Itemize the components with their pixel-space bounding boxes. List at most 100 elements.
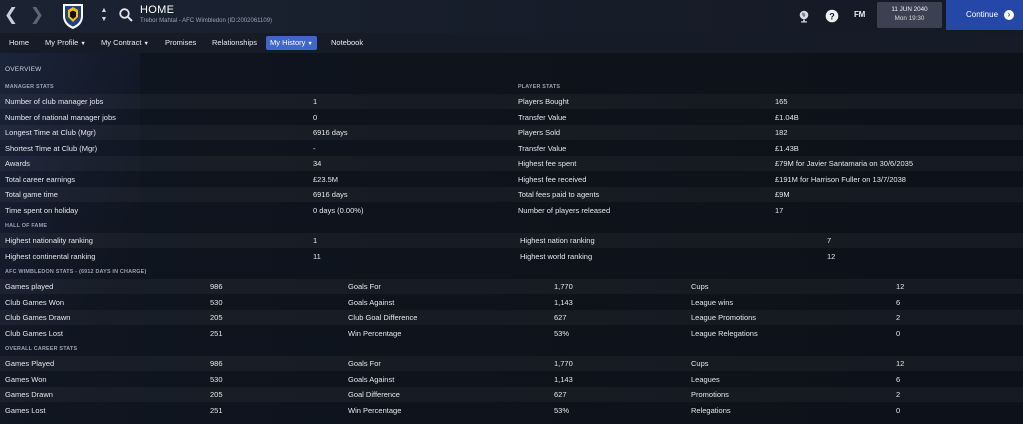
forward-arrow-icon[interactable]: ❯	[28, 5, 46, 25]
menu-bar: Home My Profile ▼ My Contract ▼ Promises R…	[0, 33, 1023, 53]
manager-stat-value: 0 days (0.00%)	[313, 205, 364, 215]
club-crest-icon[interactable]	[60, 2, 86, 30]
stat-value: 2	[896, 313, 901, 322]
manager-stat-label: Total game time	[5, 190, 58, 199]
stat-label: Club Games Drawn	[5, 313, 71, 322]
manager-stat-label: Time spent on holiday	[5, 205, 79, 215]
svg-text:?: ?	[829, 11, 835, 21]
continue-label: Continue	[966, 10, 999, 19]
manager-stat-label: Shortest Time at Club (Mgr)	[5, 143, 98, 153]
stat-value: 530	[210, 374, 223, 384]
stat-value: 627	[554, 390, 567, 399]
player-stats-heading: PLAYER STATS	[518, 84, 561, 90]
hof-value: 1	[313, 236, 318, 245]
menu-my-profile[interactable]: My Profile ▼	[41, 36, 90, 50]
stat-label: Relegations	[691, 405, 731, 415]
stat-label: Goals Against	[348, 374, 395, 384]
player-stat-value: £191M for Harrison Fuller on 13/7/2038	[775, 174, 906, 184]
search-icon[interactable]	[118, 7, 134, 23]
fm-logo[interactable]: FM	[854, 10, 865, 19]
stat-label: League Promotions	[691, 313, 757, 322]
overview-title: OVERVIEW	[5, 66, 42, 73]
stat-value: 986	[210, 359, 223, 368]
manager-stat-value: -	[313, 143, 316, 153]
stat-label: Win Percentage	[348, 405, 402, 415]
menu-promises[interactable]: Promises	[161, 36, 200, 50]
manager-subtitle: Trebor Mahtal - AFC Wimbledon (ID:200206…	[140, 18, 273, 24]
stat-value: 251	[210, 328, 223, 338]
stat-label: Goals For	[348, 359, 381, 368]
menu-my-contract[interactable]: My Contract ▼	[97, 36, 153, 50]
current-date: 11 JUN 2040	[891, 6, 928, 13]
switch-updown-icon[interactable]: ▲ ▼	[99, 6, 109, 26]
menu-my-history[interactable]: My History ▼	[266, 36, 317, 50]
continue-button[interactable]: Continue ›	[946, 0, 1023, 30]
top-bar: ❮ ❯ ▲ ▼ HOME Trebor Mahtal - AFC Wimbledo…	[0, 0, 1023, 33]
stat-value: 6	[896, 297, 901, 307]
stat-value: 627	[554, 313, 567, 322]
stat-label: Leagues	[691, 374, 720, 384]
player-stat-label: Highest fee spent	[518, 159, 577, 168]
help-icon[interactable]: ?	[825, 9, 839, 23]
stat-label: Club Goal Difference	[348, 313, 418, 322]
menu-notebook[interactable]: Notebook	[327, 36, 367, 50]
table-row: Games played 986 Goals For 1,770 Cups 12	[0, 279, 1023, 294]
stat-value: 12	[896, 282, 905, 291]
stat-value: 53%	[554, 405, 570, 415]
table-row: Club Games Won 530 Goals Against 1,143 Leagu…	[0, 295, 1023, 310]
stat-value: 0	[896, 328, 901, 338]
hof-label: Highest nationality ranking	[5, 236, 93, 245]
stat-value: 6	[896, 374, 901, 384]
back-arrow-icon[interactable]: ❮	[2, 5, 20, 25]
manager-stat-label: Awards	[5, 159, 30, 168]
manager-stats-heading: MANAGER STATS	[5, 84, 54, 90]
player-stat-value: £1.43B	[775, 143, 799, 153]
stat-label: Goals For	[348, 282, 381, 291]
manager-stat-label: Total career earnings	[5, 174, 76, 184]
table-row: Total career earnings £23.5M Highest fee r…	[0, 172, 1023, 187]
player-stat-label: Players Bought	[518, 97, 569, 106]
table-row: Longest Time at Club (Mgr) 6916 days Playe…	[0, 125, 1023, 140]
stat-label: League wins	[691, 297, 734, 307]
player-stat-label: Transfer Value	[518, 143, 567, 153]
player-stat-value: £1.04B	[775, 112, 799, 122]
stat-value: 1,143	[554, 297, 573, 307]
chevron-down-icon: ▼	[80, 41, 86, 47]
stat-label: Games Won	[5, 374, 47, 384]
table-row: Shortest Time at Club (Mgr) - Transfer Val…	[0, 141, 1023, 156]
player-stat-label: Transfer Value	[518, 112, 567, 122]
stat-label: Goal Difference	[348, 390, 400, 399]
globe-icon[interactable]	[797, 9, 811, 23]
table-row: Total game time 6916 days Total fees paid …	[0, 187, 1023, 202]
stat-value: 530	[210, 297, 223, 307]
table-row: Games Drawn 205 Goal Difference 627 Promotio…	[0, 387, 1023, 402]
table-row: Highest continental ranking 11 Highest wor…	[0, 249, 1023, 264]
chevron-down-icon: ▼	[307, 41, 313, 47]
manager-stat-label: Number of national manager jobs	[5, 112, 116, 122]
manager-stat-label: Longest Time at Club (Mgr)	[5, 128, 96, 137]
table-row: Highest nationality ranking 1 Highest nati…	[0, 233, 1023, 248]
table-row: Number of club manager jobs 1 Players Boug…	[0, 94, 1023, 109]
stat-value: 1,770	[554, 359, 573, 368]
current-time: Mon 19:30	[894, 15, 925, 22]
menu-home[interactable]: Home	[5, 36, 33, 50]
table-row: Games Lost 251 Win Percentage 53% Relegation…	[0, 403, 1023, 418]
table-row: Games Played 986 Goals For 1,770 Cups 12	[0, 356, 1023, 371]
hof-label: Highest continental ranking	[5, 251, 96, 261]
stat-label: Games played	[5, 282, 54, 291]
table-row: Club Games Drawn 205 Club Goal Difference 6…	[0, 310, 1023, 325]
stat-label: Cups	[691, 282, 709, 291]
manager-stat-label: Number of club manager jobs	[5, 97, 104, 106]
manager-stat-value: 6916 days	[313, 190, 348, 199]
player-stat-value: £79M for Javier Santamaria on 30/6/2035	[775, 159, 913, 168]
player-stat-value: £9M	[775, 190, 790, 199]
manager-stat-value: 0	[313, 112, 318, 122]
manager-stat-value: 34	[313, 159, 322, 168]
chevron-down-icon: ▼	[143, 41, 149, 47]
stat-value: 205	[210, 390, 223, 399]
menu-relationships[interactable]: Relationships	[208, 36, 261, 50]
player-stat-label: Highest fee received	[518, 174, 587, 184]
stat-label: Promotions	[691, 390, 729, 399]
hof-value: 12	[827, 251, 836, 261]
date-display[interactable]: 11 JUN 2040 Mon 19:30	[877, 2, 942, 28]
